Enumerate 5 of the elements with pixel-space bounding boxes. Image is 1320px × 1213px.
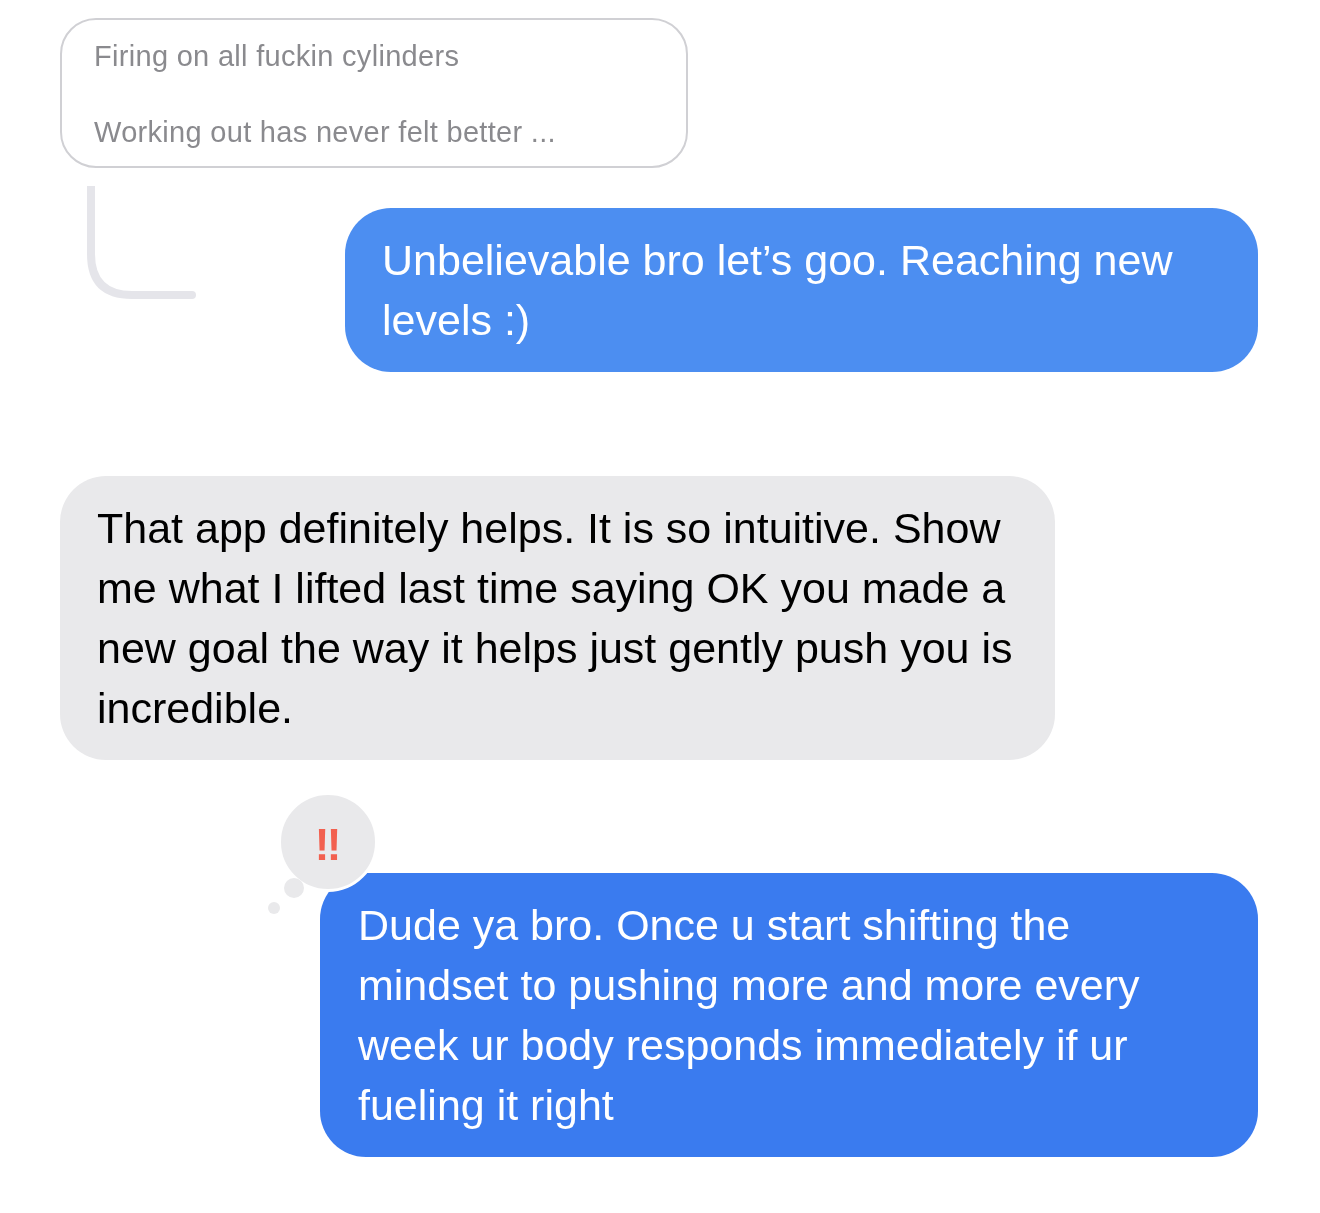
quoted-text: Firing on all fuckin cylinders <box>94 39 461 74</box>
sent-message-bubble: Unbelievable bro let’s goo. Reaching new levels :) <box>345 208 1258 372</box>
reaction-bubble: ‼ <box>278 792 378 892</box>
quoted-text: Working out has never felt better ... <box>94 115 557 150</box>
received-message-bubble: That app definitely helps. It is so intuitive. Show me what I lifted last time saying OK you made a new goal the way it helps just gently push you is incredible. <box>60 476 1055 760</box>
